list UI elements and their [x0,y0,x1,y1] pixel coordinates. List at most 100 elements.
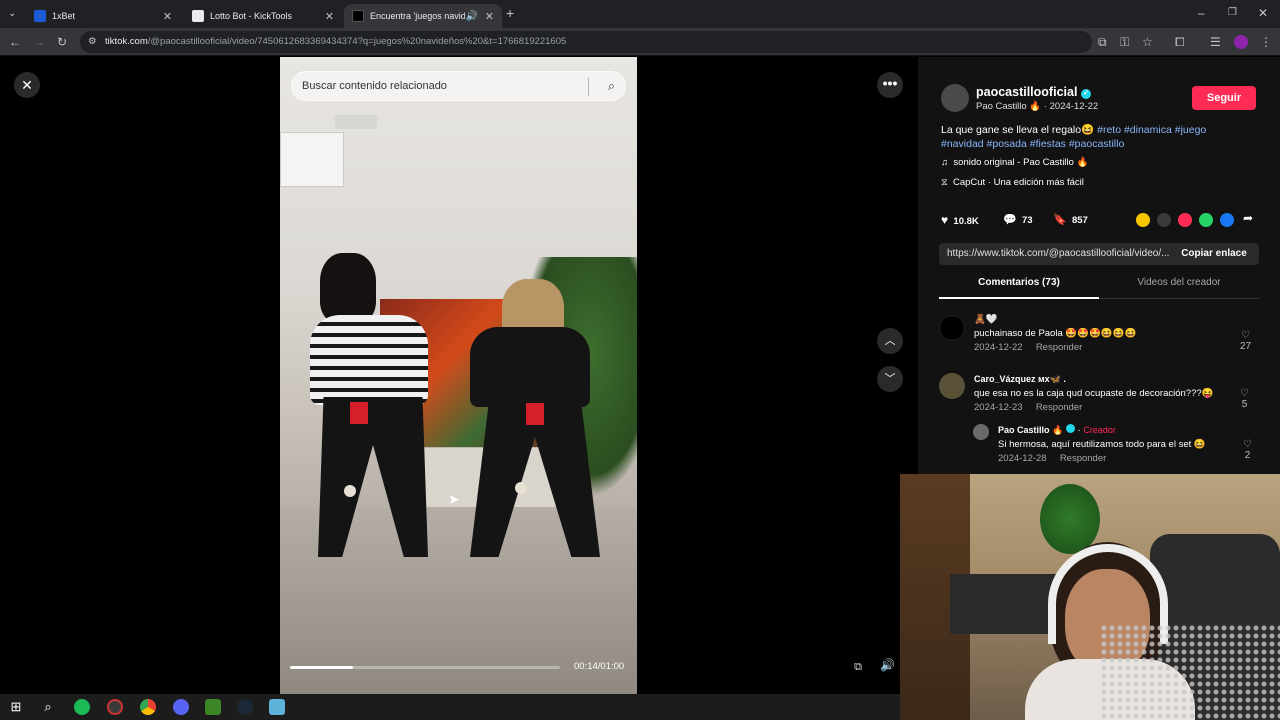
share-link-field[interactable]: https://www.tiktok.com/@paocastilloofici… [939,243,1259,265]
repost-icon[interactable] [1136,213,1150,227]
comment-author[interactable]: Pao Castillo 🔥 [998,425,1063,435]
tab-title: Lotto Bot - KickTools [210,11,293,21]
red-cup-right [526,403,544,425]
comment-item: 🧸🤍 puchainaso de Paola 🤩🤩🤩😆😆😆 2024-12-22… [974,314,1136,353]
video-player[interactable]: Buscar contenido relacionado ⌕ 00:14/01:… [280,57,637,694]
spotify-icon[interactable] [74,699,90,715]
next-video-button[interactable]: ﹀ [877,366,903,392]
copy-link-button[interactable]: Copiar enlace [1169,243,1259,265]
steam-icon[interactable] [237,699,253,715]
profile-avatar[interactable] [1234,35,1248,49]
chrome-icon[interactable] [140,699,156,715]
close-window-icon[interactable]: ✕ [1258,6,1268,20]
browser-tab-bar: ⌄ 1xBet ✕ Lotto Bot - KickTools ✕ Encuen… [0,0,1280,28]
reply-button[interactable]: Responder [1036,342,1082,353]
minimize-icon[interactable]: – [1198,6,1205,20]
comment-like[interactable]: ♡ 2 [1243,439,1252,461]
previous-video-button[interactable]: ︿ [877,328,903,354]
reply-button[interactable]: Responder [1060,453,1106,464]
more-options-button[interactable]: ••• [877,72,903,98]
tab-creator-videos[interactable]: Videos del creador [1099,277,1259,288]
follow-button[interactable]: Seguir [1192,86,1256,110]
comment-avatar[interactable] [939,373,965,399]
install-app-icon[interactable]: ⧉ [1098,35,1107,49]
sound-row[interactable]: ♫ sonido original - Pao Castillo 🔥 [941,157,1088,168]
site-info-icon[interactable]: ⚙ [88,31,97,53]
hashtags-line-1[interactable]: #reto #dinamica #juego [1097,124,1206,136]
heart-outline-icon: ♡ [1240,388,1249,399]
creator-meta: Pao Castillo 🔥 · 2024-12-22 [976,101,1099,112]
tab-1xbet[interactable]: 1xBet ✕ [26,4,180,28]
like-action[interactable]: ♥ 10.8K [941,213,979,227]
comment-avatar[interactable] [939,315,965,341]
active-tab-indicator [939,297,1099,299]
search-icon[interactable]: ⌕ [608,72,615,100]
new-tab-icon[interactable]: + [506,6,514,20]
minecraft-icon[interactable] [205,699,221,715]
comment-action[interactable]: 💬 73 [1003,213,1033,226]
extensions-icon[interactable]: ⧠ [1175,35,1185,49]
comment-like[interactable]: ♡ 27 [1240,330,1251,352]
post-details-panel: paocastillooficial ✓ Pao Castillo 🔥 · 20… [918,57,1280,477]
comment-avatar[interactable] [973,424,989,440]
share-more-icon[interactable]: ➦ [1243,211,1253,225]
comment-date: 2024-12-22 [974,342,1023,353]
tab-lotto-bot[interactable]: Lotto Bot - KickTools ✕ [184,4,342,28]
app-icon[interactable] [107,699,123,715]
close-tab-icon[interactable]: ✕ [485,10,494,23]
restore-icon[interactable]: ❐ [1228,6,1237,20]
search-icon[interactable]: ⌕ [40,699,56,715]
video-progress-fill [290,666,353,669]
discord-icon[interactable] [173,699,189,715]
facebook-icon[interactable] [1220,213,1234,227]
reload-icon[interactable]: ↻ [57,35,67,49]
search-divider [588,78,589,96]
comment-like[interactable]: ♡ 5 [1240,388,1249,410]
related-search-input[interactable]: Buscar contenido relacionado ⌕ [291,71,626,101]
chrome-menu-icon[interactable]: ⋮ [1260,35,1272,49]
capcut-row[interactable]: ⧖ CapCut · Una edición más fácil [941,177,1084,188]
hashtags-line-2[interactable]: #navidad #posada #fiestas #paocastillo [941,138,1124,150]
search-placeholder: Buscar contenido relacionado [302,80,447,92]
back-icon[interactable]: ← [9,35,21,49]
audio-playing-icon[interactable]: 🔊 [466,11,478,22]
tab-tiktok[interactable]: Encuentra 'juegos navideño 🔊 ✕ [344,4,502,28]
embed-icon[interactable] [1157,213,1171,227]
whatsapp-icon[interactable] [1199,213,1213,227]
reply-button[interactable]: Responder [1036,402,1082,413]
app-icon[interactable] [269,699,285,715]
caption-text: La que gane se lleva el regalo😆 [941,124,1098,136]
comment-date: 2024-12-28 [998,453,1047,464]
comment-item: Caro_Vázquez ᴍx🦋 . que esa no es la caja… [974,374,1213,413]
tinsel-image [1100,624,1280,720]
reading-list-icon[interactable]: ☰ [1210,35,1221,49]
picture-in-picture-icon[interactable]: ⧉ [850,659,866,675]
password-key-icon[interactable]: ⚿ [1120,35,1129,49]
send-to-friends-icon[interactable] [1178,213,1192,227]
heart-icon: ♥ [941,213,949,227]
person-left-hair [320,253,376,323]
comment-author[interactable]: Caro_Vázquez ᴍx🦋 . [974,374,1213,385]
video-progress-track[interactable] [290,666,560,669]
creator-username[interactable]: paocastillooficial ✓ [976,85,1091,99]
comment-like-count: 2 [1244,450,1251,461]
forward-icon[interactable]: → [33,35,45,49]
verified-badge-icon [1065,424,1075,433]
volume-icon[interactable]: 🔊 [880,658,900,676]
windows-start-icon[interactable]: ⊞ [8,699,24,715]
creator-avatar[interactable] [941,84,969,112]
comment-like-count: 27 [1240,341,1252,352]
close-tab-icon[interactable]: ✕ [325,10,334,23]
close-tab-icon[interactable]: ✕ [163,10,172,23]
tab-search-icon[interactable]: ⌄ [8,7,16,21]
post-caption: La que gane se lleva el regalo😆 #reto #d… [941,123,1261,151]
music-note-icon: ♫ [941,157,949,168]
bookmark-star-icon[interactable]: ☆ [1142,35,1153,49]
save-action[interactable]: 🔖 857 [1053,213,1088,226]
tab-comments[interactable]: Comentarios (73) [939,277,1099,288]
webcam-overlay [900,474,1280,720]
comment-author[interactable]: 🧸🤍 [974,314,1136,325]
1xbet-favicon-icon [34,10,46,22]
close-video-button[interactable]: ✕ [14,72,40,98]
address-bar[interactable]: ⚙ tiktok.com/@paocastillooficial/video/7… [80,31,1092,53]
